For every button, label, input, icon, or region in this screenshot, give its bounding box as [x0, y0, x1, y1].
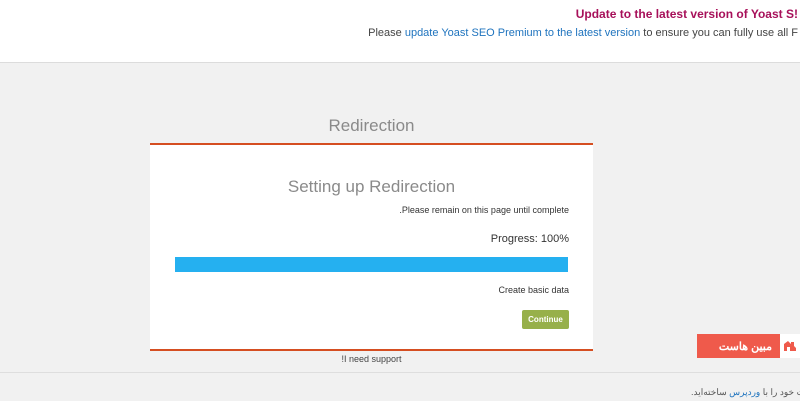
footer-text-after: ساخته‌اید. [691, 387, 730, 397]
page-title: Redirection [328, 116, 415, 135]
notice-title: !Update to the latest version of Yoast S [575, 7, 798, 21]
mobin-host-badge[interactable]: مبین هاست [697, 334, 800, 358]
progress-bar-fill [175, 257, 568, 272]
need-support-link[interactable]: I need support! [341, 354, 401, 364]
badge-text: مبین هاست [718, 340, 772, 353]
notice-text: Please update Yoast SEO Premium to the l… [368, 27, 798, 39]
notice-text-after: to ensure you can fully use all F [640, 27, 798, 39]
setup-wizard-panel: Setting up Redirection Please remain on … [150, 143, 593, 351]
current-step-text: Create basic data [498, 285, 569, 295]
footer-text-before: یت خود را با [762, 387, 800, 397]
remain-message: Please remain on this page until complet… [399, 205, 569, 215]
notice-text-before: Please [368, 27, 405, 39]
support-section: I need support! [150, 354, 593, 364]
wordpress-link[interactable]: وردپرس [729, 387, 760, 397]
progress-bar [175, 257, 568, 272]
admin-footer: یت خود را با وردپرس ساخته‌اید. [0, 372, 800, 401]
wizard-heading: Setting up Redirection [287, 177, 456, 196]
update-premium-link[interactable]: update Yoast SEO Premium to the latest v… [405, 27, 640, 39]
logo-icon [780, 334, 800, 358]
footer-credit: یت خود را با وردپرس ساخته‌اید. [691, 387, 800, 398]
update-notice: !Update to the latest version of Yoast S… [0, 0, 800, 63]
progress-label: Progress: 100% [490, 233, 569, 245]
continue-button[interactable]: Continue [522, 310, 569, 329]
